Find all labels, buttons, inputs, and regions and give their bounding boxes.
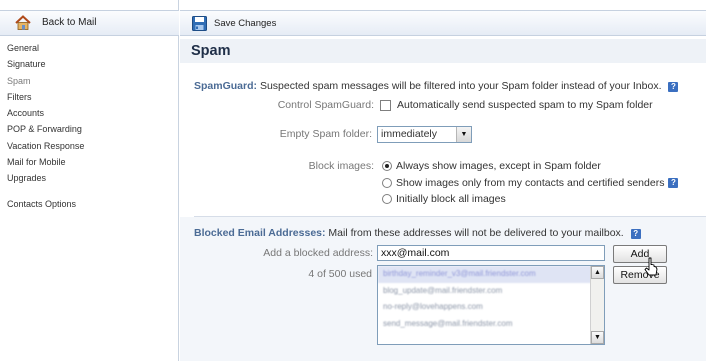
empty-spam-folder-select[interactable]: immediately ▼ [377,126,472,143]
sidebar-item-accounts[interactable]: Accounts [0,105,179,121]
sidebar-item-general[interactable]: General [0,40,179,56]
scrollbar[interactable]: ▲ ▼ [590,266,604,344]
empty-spam-folder-label: Empty Spam folder: [279,128,372,140]
home-icon [15,15,31,30]
spamguard-description: Suspected spam messages will be filtered… [259,80,662,92]
list-item[interactable]: blog_update@mail.friendster.com [378,283,604,300]
spamguard-title: SpamGuard: [194,80,258,92]
sidebar-item-mail-for-mobile[interactable]: Mail for Mobile [0,154,179,170]
add-blocked-address-label: Add a blocked address: [263,247,373,259]
back-to-mail-label: Back to Mail [42,17,97,28]
block-images-option-label: Show images only from my contacts and ce… [396,177,665,189]
scroll-down-icon[interactable]: ▼ [591,331,604,344]
sidebar-item-filters[interactable]: Filters [0,89,179,105]
list-item[interactable]: send_message@mail.friendster.com [378,316,604,333]
checkbox[interactable] [380,99,391,111]
help-icon[interactable]: ? [668,178,679,188]
blocked-addresses-description: Mail from these addresses will not be de… [328,227,624,239]
scroll-up-icon[interactable]: ▲ [591,266,604,279]
empty-spam-folder-value: immediately [381,128,438,140]
help-icon[interactable]: ? [668,82,679,92]
settings-nav: General Signature Spam Filters Accounts … [0,40,179,212]
blocked-address-input[interactable] [377,245,605,261]
sidebar-item-spam[interactable]: Spam [0,73,179,89]
radio-selected[interactable] [382,161,392,171]
add-button[interactable]: Add [613,245,667,263]
sidebar-item-pop-forwarding[interactable]: POP & Forwarding [0,121,179,137]
blocked-addresses-heading: Blocked Email Addresses: Mail from these… [194,227,641,239]
sidebar-item-signature[interactable]: Signature [0,56,179,72]
block-images-label: Block images: [308,160,374,172]
sidebar-item-vacation-response[interactable]: Vacation Response [0,138,179,154]
save-changes-label: Save Changes [214,18,277,29]
spamguard-heading: SpamGuard: Suspected spam messages will … [194,80,679,92]
mouse-pointer-icon [644,257,658,276]
back-to-mail-button[interactable]: Back to Mail [0,10,179,36]
radio[interactable] [382,178,392,188]
page-title: Spam [191,43,231,59]
control-spamguard-option-label: Automatically send suspected spam to my … [397,99,653,111]
page-header: Spam [180,39,706,63]
block-images-option-always[interactable]: Always show images, except in Spam folde… [382,160,601,172]
blocked-addresses-list[interactable]: birthday_reminder_v3@mail.friendster.com… [377,265,605,345]
radio[interactable] [382,194,392,204]
blocked-addresses-title: Blocked Email Addresses: [194,227,326,239]
chevron-down-icon[interactable]: ▼ [456,127,471,142]
block-images-option-block-all[interactable]: Initially block all images [382,193,506,205]
blocked-count: 4 of 500 used [308,268,372,280]
help-icon[interactable]: ? [630,229,641,239]
block-images-option-contacts[interactable]: Show images only from my contacts and ce… [382,177,679,189]
remove-button[interactable]: Remove [613,266,667,284]
block-images-option-label: Always show images, except in Spam folde… [396,160,601,172]
list-item[interactable]: birthday_reminder_v3@mail.friendster.com [378,266,604,283]
floppy-disk-icon [192,16,207,31]
sidebar: Back to Mail General Signature Spam Filt… [0,0,179,361]
save-changes-button[interactable]: Save Changes [192,14,276,33]
sidebar-item-contacts-options[interactable]: Contacts Options [0,196,179,212]
control-spamguard-checkbox[interactable]: Automatically send suspected spam to my … [380,99,653,111]
block-images-option-label: Initially block all images [396,193,506,205]
toolbar: Save Changes [180,10,706,36]
sidebar-item-upgrades[interactable]: Upgrades [0,170,179,186]
list-item[interactable]: no-reply@lovehappens.com [378,299,604,316]
control-spamguard-label: Control SpamGuard: [277,99,374,111]
